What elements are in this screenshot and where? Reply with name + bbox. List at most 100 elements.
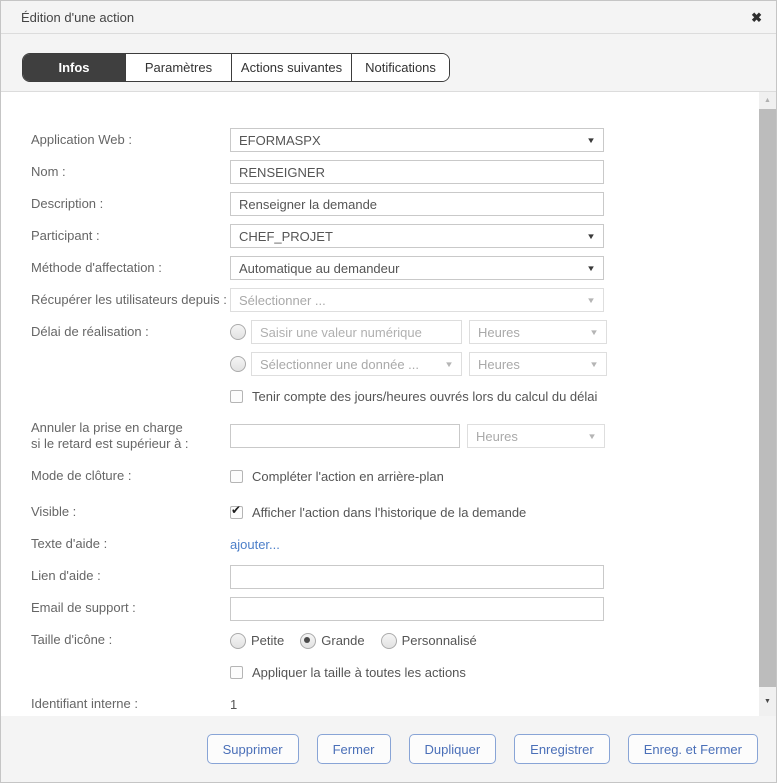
tab-group: Infos Paramètres Actions suivantes Notif…	[22, 53, 450, 82]
chevron-down-icon: ▼	[586, 296, 596, 305]
chevron-down-icon: ▼	[444, 360, 454, 369]
methode-affectation-label: Méthode d'affectation :	[31, 260, 230, 276]
taille-grande-radio[interactable]	[300, 633, 316, 649]
annuler-prise-unite-select: Heures ▼	[467, 424, 605, 448]
annuler-prise-unite: Heures	[476, 429, 518, 444]
mode-cloture-checkbox-label: Compléter l'action en arrière-plan	[252, 469, 444, 484]
row-recuperer-utilisateurs: Récupérer les utilisateurs depuis : Séle…	[31, 288, 776, 312]
row-visible: Visible : ✔ Afficher l'action dans l'his…	[31, 501, 776, 525]
tab-infos[interactable]: Infos	[23, 54, 126, 81]
row-delai-valeur: Délai de réalisation : Heures ▼	[31, 320, 776, 344]
description-input[interactable]	[230, 192, 604, 216]
row-appliquer-taille: Appliquer la taille à toutes les actions	[31, 661, 776, 685]
email-support-input[interactable]	[230, 597, 604, 621]
annuler-prise-label: Annuler la prise en charge si le retard …	[31, 420, 230, 453]
lien-aide-input[interactable]	[230, 565, 604, 589]
chevron-down-icon: ▼	[587, 432, 597, 441]
fermer-button[interactable]: Fermer	[317, 734, 391, 764]
taille-personnalise-radio[interactable]	[381, 633, 397, 649]
delai-donnee-radio[interactable]	[230, 356, 246, 372]
participant-value: CHEF_PROJET	[239, 229, 333, 244]
description-label: Description :	[31, 196, 230, 212]
application-web-value: EFORMASPX	[239, 133, 321, 148]
recuperer-utilisateurs-placeholder: Sélectionner ...	[239, 293, 326, 308]
row-mode-cloture: Mode de clôture : Compléter l'action en …	[31, 465, 776, 489]
tab-notifications[interactable]: Notifications	[352, 54, 449, 81]
nom-input[interactable]	[230, 160, 604, 184]
methode-affectation-value: Automatique au demandeur	[239, 261, 399, 276]
scroll-up-arrow-icon[interactable]: ▲	[759, 92, 776, 109]
scrollbar-thumb[interactable]	[759, 109, 776, 687]
chevron-down-icon: ▼	[586, 232, 596, 241]
email-support-label: Email de support :	[31, 600, 230, 616]
delai-valeur-radio[interactable]	[230, 324, 246, 340]
jours-ouvres-checkbox[interactable]	[230, 390, 243, 403]
tab-bar: Infos Paramètres Actions suivantes Notif…	[1, 34, 776, 91]
lien-aide-label: Lien d'aide :	[31, 568, 230, 584]
form-panel: Application Web : EFORMASPX ▼ Nom : Desc…	[1, 91, 776, 718]
ajouter-link[interactable]: ajouter...	[230, 537, 280, 552]
taille-icone-label: Taille d'icône :	[31, 632, 230, 648]
annuler-prise-input[interactable]	[230, 424, 460, 448]
delai-donnee-placeholder: Sélectionner une donnée ...	[260, 357, 419, 372]
identifiant-interne-value: 1	[230, 697, 237, 712]
methode-affectation-select[interactable]: Automatique au demandeur ▼	[230, 256, 604, 280]
row-identifiant-interne: Identifiant interne : 1	[31, 693, 776, 717]
tab-parametres[interactable]: Paramètres	[126, 54, 232, 81]
delai-valeur-unite-select: Heures ▼	[469, 320, 607, 344]
delai-valeur-input	[251, 320, 462, 344]
chevron-down-icon: ▼	[589, 360, 599, 369]
row-description: Description :	[31, 192, 776, 216]
participant-label: Participant :	[31, 228, 230, 244]
vertical-scrollbar[interactable]: ▲ ▼	[759, 92, 776, 717]
row-jours-ouvres: Tenir compte des jours/heures ouvrés lor…	[31, 384, 776, 408]
taille-grande-label: Grande	[321, 633, 364, 648]
row-texte-aide: Texte d'aide : ajouter...	[31, 533, 776, 557]
row-nom: Nom :	[31, 160, 776, 184]
chevron-down-icon: ▼	[586, 264, 596, 273]
application-web-select[interactable]: EFORMASPX ▼	[230, 128, 604, 152]
row-taille-icone: Taille d'icône : Petite Grande Personnal…	[31, 629, 776, 653]
texte-aide-label: Texte d'aide :	[31, 536, 230, 552]
delai-valeur-unite: Heures	[478, 325, 520, 340]
tab-actions-suivantes[interactable]: Actions suivantes	[232, 54, 352, 81]
recuperer-utilisateurs-label: Récupérer les utilisateurs depuis :	[31, 292, 230, 308]
application-web-label: Application Web :	[31, 132, 230, 148]
mode-cloture-label: Mode de clôture :	[31, 468, 230, 484]
visible-checkbox[interactable]: ✔	[230, 506, 243, 519]
mode-cloture-checkbox[interactable]	[230, 470, 243, 483]
jours-ouvres-label: Tenir compte des jours/heures ouvrés lor…	[252, 389, 597, 404]
dupliquer-button[interactable]: Dupliquer	[409, 734, 497, 764]
row-participant: Participant : CHEF_PROJET ▼	[31, 224, 776, 248]
annuler-prise-label-line2: si le retard est supérieur à :	[31, 436, 230, 452]
row-email-support: Email de support :	[31, 597, 776, 621]
visible-checkbox-label: Afficher l'action dans l'historique de l…	[252, 505, 526, 520]
taille-petite-radio[interactable]	[230, 633, 246, 649]
close-icon[interactable]: ✖	[751, 11, 762, 24]
dialog-title: Édition d'une action	[21, 10, 134, 25]
delai-donnee-unite: Heures	[478, 357, 520, 372]
appliquer-taille-checkbox[interactable]	[230, 666, 243, 679]
row-annuler-prise: Annuler la prise en charge si le retard …	[31, 420, 776, 453]
enregistrer-button[interactable]: Enregistrer	[514, 734, 610, 764]
nom-label: Nom :	[31, 164, 230, 180]
row-lien-aide: Lien d'aide :	[31, 565, 776, 589]
chevron-down-icon: ▼	[589, 328, 599, 337]
supprimer-button[interactable]: Supprimer	[207, 734, 299, 764]
participant-select[interactable]: CHEF_PROJET ▼	[230, 224, 604, 248]
row-delai-donnee: Sélectionner une donnée ... ▼ Heures ▼	[31, 352, 776, 376]
dialog-footer: Supprimer Fermer Dupliquer Enregistrer E…	[1, 716, 776, 782]
check-icon: ✔	[231, 503, 241, 517]
chevron-down-icon: ▼	[586, 136, 596, 145]
taille-petite-label: Petite	[251, 633, 284, 648]
annuler-prise-label-line1: Annuler la prise en charge	[31, 420, 230, 436]
appliquer-taille-label: Appliquer la taille à toutes les actions	[252, 665, 466, 680]
scroll-down-arrow-icon[interactable]: ▼	[759, 693, 776, 710]
delai-donnee-unite-select: Heures ▼	[469, 352, 607, 376]
identifiant-interne-label: Identifiant interne :	[31, 696, 230, 712]
delai-realisation-label: Délai de réalisation :	[31, 324, 230, 340]
taille-personnalise-label: Personnalisé	[402, 633, 477, 648]
row-application-web: Application Web : EFORMASPX ▼	[31, 128, 776, 152]
recuperer-utilisateurs-select: Sélectionner ... ▼	[230, 288, 604, 312]
enreg-et-fermer-button[interactable]: Enreg. et Fermer	[628, 734, 758, 764]
